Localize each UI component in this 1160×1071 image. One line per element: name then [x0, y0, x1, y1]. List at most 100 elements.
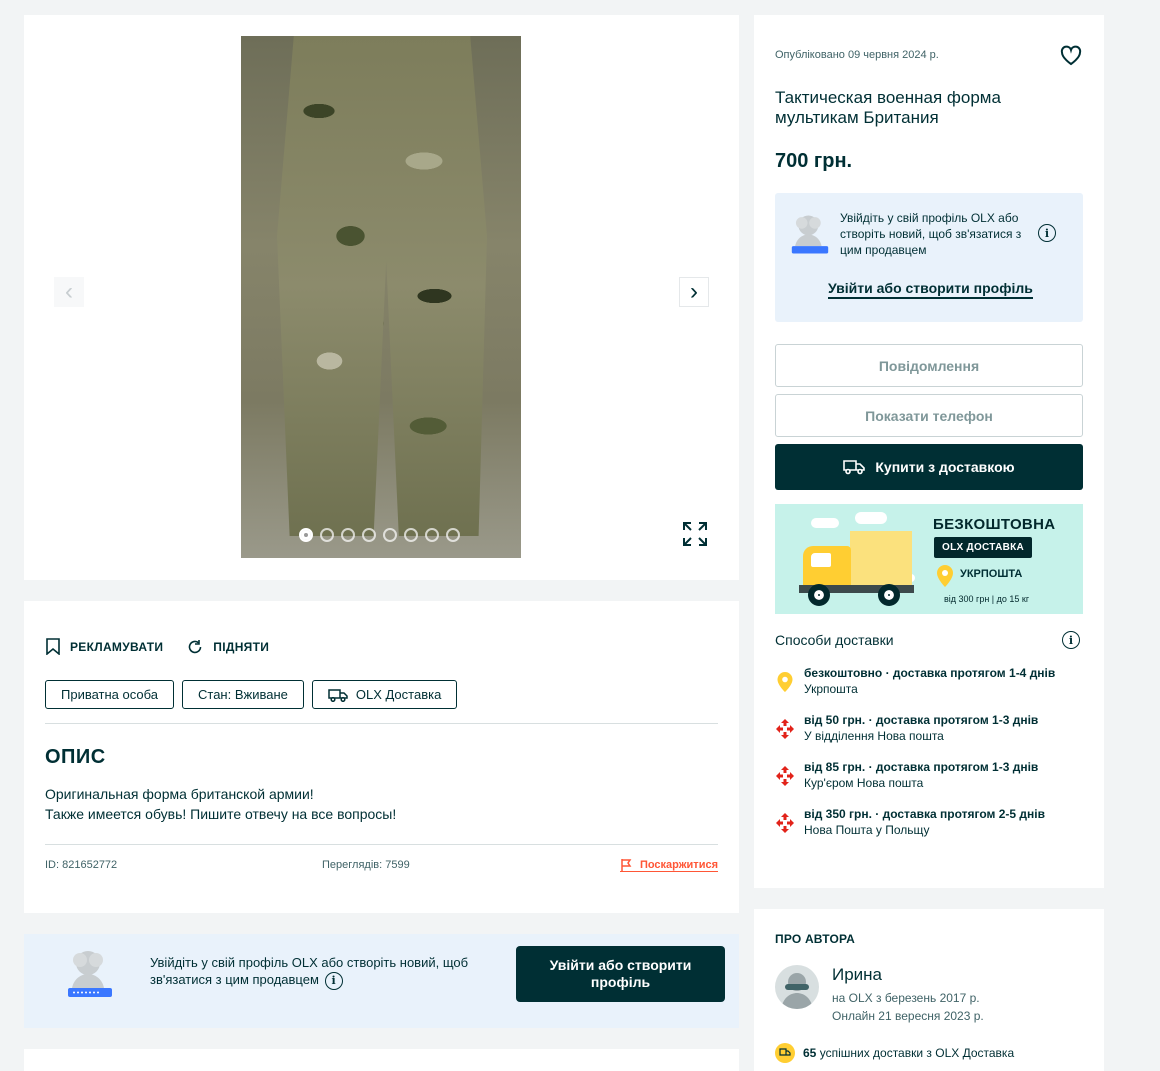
refresh-icon: [189, 639, 202, 653]
gallery-dot[interactable]: [404, 528, 418, 542]
buy-with-delivery-button[interactable]: Купити з доставкою: [775, 444, 1083, 490]
promo-free-label: БЕЗКОШТОВНА: [933, 516, 1056, 533]
cloud-shape: [811, 518, 839, 528]
delivery-methods-title: Способи доставки: [775, 632, 894, 648]
tag-label: Стан: Вживане: [198, 687, 288, 702]
gallery-dot[interactable]: [425, 528, 439, 542]
anonymous-user-icon: [791, 215, 829, 254]
info-icon[interactable]: i: [1062, 631, 1080, 649]
delivery-option-nova-courier: від 85 грн. · доставка протягом 1-3 днів…: [775, 759, 1075, 806]
description-text: Оригинальная форма британской армии! Так…: [45, 784, 396, 824]
product-photo-content: [277, 36, 487, 536]
gallery-dot[interactable]: [383, 528, 397, 542]
tag-label: OLX Доставка: [355, 687, 442, 702]
raise-button[interactable]: ПІДНЯТИ: [187, 638, 269, 655]
tags-row: Приватна особа Стан: Вживане OLX Доставк…: [45, 680, 458, 709]
deliveries-label: успішних доставки з OLX Доставка: [819, 1046, 1015, 1060]
truck-window: [811, 553, 831, 567]
login-or-register-link[interactable]: Увійти або створити профіль: [828, 280, 1033, 299]
avatar[interactable]: [775, 965, 819, 1009]
gallery-dot[interactable]: [362, 528, 376, 542]
gallery-dot[interactable]: [320, 528, 334, 542]
cloud-shape: [855, 512, 887, 524]
truck-wheel: [878, 584, 900, 606]
complain-link[interactable]: Поскаржитися: [619, 858, 718, 872]
message-button[interactable]: Повідомлення: [775, 344, 1083, 387]
free-delivery-promo[interactable]: БЕЗКОШТОВНА OLX ДОСТАВКА УКРПОШТА від 30…: [775, 504, 1083, 614]
author-deliveries-stat: 65 успішних доставки з OLX Доставка: [775, 1043, 1014, 1063]
ad-sidebar: Опубліковано 09 червня 2024 р. Тактическ…: [754, 15, 1104, 888]
gallery-dot[interactable]: [299, 528, 313, 542]
delivery-methods-list: безкоштовно · доставка протягом 1-4 днів…: [775, 665, 1075, 853]
truck-illustration: [850, 531, 912, 587]
show-phone-button[interactable]: Показати телефон: [775, 394, 1083, 437]
delivery-option-nova-branch: від 50 грн. · доставка протягом 1-3 днів…: [775, 712, 1075, 759]
anonymous-user-icon: [68, 951, 112, 997]
delivery-price-time: безкоштовно · доставка протягом 1-4 днів: [804, 666, 1056, 680]
product-photo[interactable]: [241, 36, 521, 558]
delivery-price-time: від 85 грн. · доставка протягом 1-3 днів: [804, 760, 1039, 774]
tag-condition[interactable]: Стан: Вживане: [182, 680, 304, 709]
buy-label: Купити з доставкою: [875, 459, 1015, 475]
next-section: [24, 1049, 739, 1071]
delivery-option-nova-poland: від 350 грн. · доставка протягом 2-5 дні…: [775, 806, 1075, 853]
promo-olx-delivery-label: OLX ДОСТАВКА: [942, 542, 1025, 553]
promo-terms: від 300 грн | до 15 кг: [944, 594, 1030, 604]
delivery-carrier: Укрпошта: [804, 682, 858, 696]
promote-label: РЕКЛАМУВАТИ: [70, 639, 164, 654]
tag-olx-delivery[interactable]: OLX Доставка: [311, 680, 458, 709]
author-last-online: Онлайн 21 вересня 2023 р.: [832, 1009, 984, 1023]
author-member-since: на OLX з березень 2017 р.: [832, 991, 980, 1005]
truck-icon: [843, 460, 866, 475]
promo-olx-delivery-badge: OLX ДОСТАВКА: [934, 537, 1033, 558]
fullscreen-icon[interactable]: [681, 520, 709, 548]
heart-icon[interactable]: [1060, 45, 1082, 67]
flag-icon: [621, 859, 632, 871]
promo-ukrposhta-label: УКРПОШТА: [960, 568, 1023, 580]
author-meta: на OLX з березень 2017 р. Онлайн 21 вере…: [832, 989, 984, 1025]
author-card: ПРО АВТОРА Ирина на OLX з березень 2017 …: [754, 909, 1104, 1071]
tag-private-person[interactable]: Приватна особа: [45, 680, 174, 709]
divider: [45, 723, 718, 724]
login-or-register-button[interactable]: Увійти або створити профіль: [516, 946, 725, 1002]
login-prompt-text: Увійдіть у свій профіль OLX або створіть…: [840, 211, 1022, 257]
delivery-price-time: від 50 грн. · доставка протягом 1-3 днів: [804, 713, 1039, 727]
info-icon[interactable]: i: [324, 971, 343, 990]
photo-gallery: ‹ ›: [24, 15, 739, 580]
delivery-badge-icon: [775, 1043, 795, 1063]
truck-icon: [328, 688, 348, 702]
nova-poshta-icon: [776, 766, 794, 786]
promote-button[interactable]: РЕКЛАМУВАТИ: [46, 638, 163, 655]
gallery-next-button[interactable]: ›: [679, 277, 709, 307]
gallery-dots: [299, 528, 460, 542]
delivery-carrier: Кур'єром Нова пошта: [804, 776, 924, 790]
divider: [45, 844, 718, 845]
ukrposhta-pin-icon: [777, 672, 793, 692]
delivery-price-time: від 350 грн. · доставка протягом 2-5 дні…: [804, 807, 1045, 821]
ad-title: Тактическая военная форма мультикам Брит…: [775, 88, 1001, 127]
published-date: Опубліковано 09 червня 2024 р.: [775, 49, 939, 61]
gallery-dot[interactable]: [341, 528, 355, 542]
ad-id: ID: 821652772: [45, 859, 118, 871]
tag-label: Приватна особа: [61, 687, 158, 702]
description-heading: ОПИС: [45, 746, 106, 768]
ukrposhta-pin-icon: [937, 565, 953, 587]
nova-poshta-icon: [776, 813, 794, 833]
raise-label: ПІДНЯТИ: [213, 639, 270, 654]
login-banner-message: Увійдіть у свій профіль OLX або створіть…: [150, 955, 469, 987]
info-icon[interactable]: i: [1038, 224, 1056, 242]
description-line: Оригинальная форма британской армии!: [45, 786, 314, 802]
delivery-carrier: У відділення Нова пошта: [804, 729, 944, 743]
author-name[interactable]: Ирина: [832, 965, 882, 985]
gallery-dot[interactable]: [446, 528, 460, 542]
description-card: РЕКЛАМУВАТИ ПІДНЯТИ Приватна особа Стан:…: [24, 601, 739, 913]
description-line: Также имеется обувь! Пишите отвечу на вс…: [45, 806, 397, 822]
gallery-prev-button[interactable]: ‹: [54, 277, 84, 307]
ad-price: 700 грн.: [775, 150, 853, 172]
delivery-carrier: Нова Пошта у Польщу: [804, 823, 930, 837]
deliveries-count: 65: [803, 1046, 817, 1060]
nova-poshta-icon: [776, 719, 794, 739]
login-banner: Увійдіть у свій профіль OLX або створіть…: [24, 934, 739, 1028]
views-count: Переглядів: 7599: [322, 859, 410, 871]
bookmark-icon: [46, 638, 60, 655]
